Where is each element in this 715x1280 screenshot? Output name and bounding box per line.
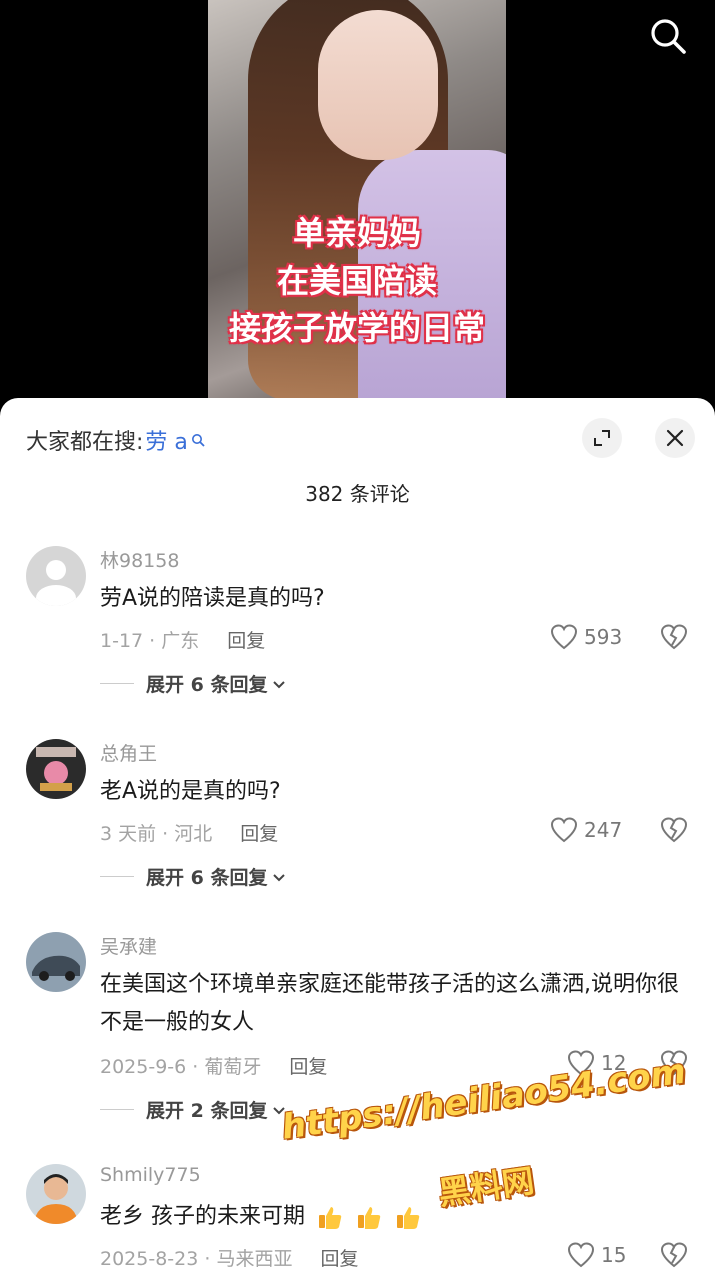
chevron-down-icon — [273, 680, 286, 688]
heart-icon — [567, 1242, 595, 1268]
user-photo-avatar — [26, 739, 86, 799]
comment-date-location: 1-17 · 广东 — [100, 630, 200, 652]
heart-icon — [550, 817, 578, 843]
comment-count: 382 条评论 — [305, 482, 410, 506]
comment-text: 在美国这个环境单亲家庭还能带孩子活的这么潇洒,说明你很不是一般的女人 — [100, 972, 679, 1035]
expand-icon — [594, 430, 610, 446]
reply-button[interactable]: 回复 — [240, 819, 278, 846]
comment-date-location: 3 天前 · 河北 — [100, 823, 213, 845]
video-caption-line-1: 单亲妈妈 — [292, 214, 421, 252]
video-caption-line-3: 接孩子放学的日常 — [228, 309, 485, 347]
comment-username[interactable]: 总角王 — [100, 739, 157, 766]
dislike-button[interactable] — [660, 817, 688, 847]
broken-heart-icon — [660, 1242, 688, 1268]
comment-username[interactable]: 吴承建 — [100, 932, 157, 959]
dislike-button[interactable] — [660, 624, 688, 654]
comment-meta: 1-17 · 广东 回复 — [100, 626, 265, 653]
comment-text: 老A说的是真的吗? — [100, 779, 281, 804]
reply-button[interactable]: 回复 — [227, 626, 265, 653]
trending-search-keyword[interactable]: 劳 a — [145, 424, 187, 456]
like-count: 593 — [584, 625, 623, 649]
thumbs-up-emoji — [319, 1207, 342, 1229]
broken-heart-icon — [660, 817, 688, 843]
car-photo-avatar — [26, 932, 86, 992]
divider-line — [100, 683, 134, 684]
person-photo-avatar — [26, 1164, 86, 1224]
close-button[interactable] — [655, 418, 695, 458]
dislike-button[interactable] — [660, 1242, 688, 1272]
search-icon — [651, 19, 686, 54]
close-icon — [666, 429, 684, 447]
comment-username[interactable]: 林98158 — [100, 546, 179, 573]
comment-text: 劳A说的陪读是真的吗? — [100, 586, 325, 611]
avatar[interactable] — [26, 1164, 86, 1224]
comment-date-location: 2025-9-6 · 葡萄牙 — [100, 1056, 262, 1078]
heart-icon — [550, 624, 578, 650]
trending-search-prompt[interactable]: 大家都在搜: 劳 a — [26, 424, 205, 456]
like-button[interactable]: 15 — [567, 1242, 626, 1268]
comment-text: 老乡 孩子的未来可期 — [100, 1204, 305, 1229]
expand-replies-label: 展开 6 条回复 — [146, 674, 268, 696]
comment-meta: 2025-8-23 · 马来西亚 回复 — [100, 1244, 358, 1271]
reply-button[interactable]: 回复 — [320, 1244, 358, 1271]
avatar[interactable] — [26, 546, 86, 606]
like-count: 247 — [584, 818, 623, 842]
like-button[interactable]: 247 — [550, 817, 622, 843]
small-search-icon — [191, 434, 205, 447]
avatar[interactable] — [26, 932, 86, 992]
comment-date-location: 2025-8-23 · 马来西亚 — [100, 1248, 293, 1270]
trending-search-label: 大家都在搜: — [26, 430, 144, 455]
thumbs-up-emoji — [358, 1207, 381, 1229]
comments-sheet: 大家都在搜: 劳 a 382 条评论 林98158 劳A说的陪读是真的吗? 1-… — [0, 398, 715, 1280]
avatar[interactable] — [26, 739, 86, 799]
broken-heart-icon — [660, 624, 688, 650]
expand-replies-label: 展开 2 条回复 — [146, 1100, 268, 1122]
divider-line — [100, 1109, 134, 1110]
expand-replies-button[interactable]: 展开 6 条回复 — [100, 670, 287, 697]
expand-replies-label: 展开 6 条回复 — [146, 867, 268, 889]
comment-text-row: 老乡 孩子的未来可期 — [100, 1198, 422, 1236]
chevron-down-icon — [273, 873, 286, 881]
default-avatar-icon — [26, 546, 86, 606]
reply-button[interactable]: 回复 — [289, 1052, 327, 1079]
like-count: 15 — [601, 1243, 627, 1267]
video-person-face — [318, 10, 438, 160]
video-player[interactable]: 单亲妈妈 在美国陪读 接孩子放学的日常 — [0, 0, 715, 410]
expand-replies-button[interactable]: 展开 6 条回复 — [100, 863, 287, 890]
video-frame: 单亲妈妈 在美国陪读 接孩子放学的日常 — [208, 0, 506, 400]
divider-line — [100, 876, 134, 877]
comment-username[interactable]: Shmily775 — [100, 1164, 201, 1186]
video-caption-line-2: 在美国陪读 — [276, 262, 437, 300]
comment-meta: 2025-9-6 · 葡萄牙 回复 — [100, 1052, 327, 1079]
expand-button[interactable] — [582, 418, 622, 458]
comment-meta: 3 天前 · 河北 回复 — [100, 819, 278, 846]
expand-replies-button[interactable]: 展开 2 条回复 — [100, 1096, 287, 1123]
thumbs-up-emoji — [397, 1207, 420, 1229]
like-button[interactable]: 593 — [550, 624, 622, 650]
search-button[interactable] — [648, 16, 688, 56]
